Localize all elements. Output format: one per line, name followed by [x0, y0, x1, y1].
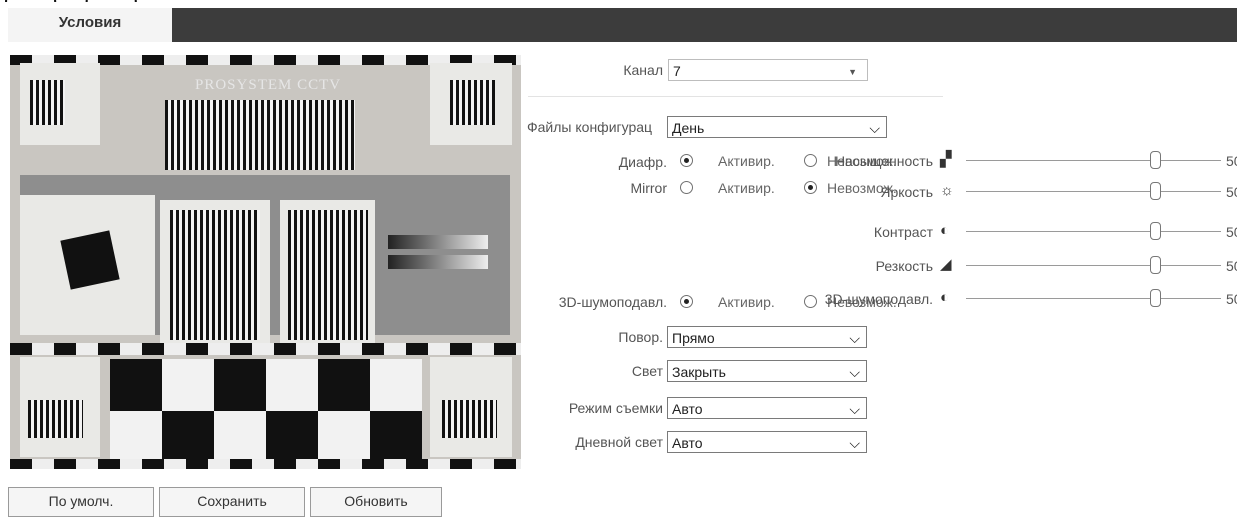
brightness-value: 50: [1226, 184, 1237, 200]
brightness-label: Яркость: [880, 184, 933, 200]
noise-reduction-slider-track[interactable]: [966, 298, 1221, 299]
daylight-select[interactable]: Авто ⌵: [667, 431, 867, 453]
header-bar: Условия: [8, 8, 1237, 42]
saturation-slider-thumb[interactable]: [1150, 151, 1161, 169]
mirror-enable-radio[interactable]: [680, 181, 693, 194]
sharpness-icon: ◢: [940, 256, 952, 273]
brightness-icon: ☼: [940, 182, 954, 199]
video-preview: PROSYSTEM CCTV: [10, 55, 521, 469]
noise-reduction-icon: ◐: [940, 289, 950, 306]
chevron-down-icon: ⌵: [849, 435, 860, 451]
daylight-select-value: Авто: [672, 435, 703, 451]
contrast-icon: ◐: [940, 222, 950, 239]
dnr-enable-radio[interactable]: [680, 295, 693, 308]
chevron-down-icon: ⌵: [849, 330, 860, 346]
saturation-icon: ▞: [940, 151, 952, 168]
mirror-label: Mirror: [630, 180, 667, 196]
iris-enable-label: Активир.: [718, 153, 775, 169]
save-button[interactable]: Сохранить: [159, 487, 305, 517]
daylight-label: Дневной свет: [575, 434, 663, 450]
iris-disable-radio[interactable]: [804, 154, 817, 167]
config-files-select[interactable]: День ⌵: [667, 116, 887, 138]
light-label: Свет: [631, 363, 663, 379]
dropdown-arrow-icon: ▼: [848, 67, 857, 77]
noise-reduction-label: 3D-шумоподавл.: [824, 291, 933, 307]
chevron-down-icon: ⌵: [849, 364, 860, 380]
contrast-label: Контраст: [873, 224, 933, 240]
rotation-select-value: Прямо: [672, 330, 715, 346]
chevron-down-icon: ⌵: [869, 120, 880, 136]
saturation-slider-track[interactable]: [966, 160, 1221, 161]
chevron-down-icon: ⌵: [849, 401, 860, 417]
tab-conditions[interactable]: Условия: [8, 8, 172, 42]
brightness-slider-track[interactable]: [966, 191, 1221, 192]
iris-enable-radio[interactable]: [680, 154, 693, 167]
dnr-disable-radio[interactable]: [804, 295, 817, 308]
top-caption: (... ...) ... (... ...): [4, 0, 138, 2]
config-files-label: Файлы конфигурац: [527, 119, 653, 135]
preview-logo: PROSYSTEM CCTV: [195, 77, 342, 93]
contrast-slider-track[interactable]: [966, 231, 1221, 232]
channel-select[interactable]: 7 ▼: [668, 59, 868, 81]
separator: [528, 96, 943, 97]
contrast-value: 50: [1226, 224, 1237, 240]
sharpness-slider-track[interactable]: [966, 265, 1221, 266]
noise-reduction-value: 50: [1226, 291, 1237, 307]
shooting-mode-select[interactable]: Авто ⌵: [667, 397, 867, 419]
light-select[interactable]: Закрыть ⌵: [667, 360, 867, 382]
rotation-label: Повор.: [618, 329, 663, 345]
rotation-select[interactable]: Прямо ⌵: [667, 326, 867, 348]
dnr-enable-label: Активир.: [718, 294, 775, 310]
sharpness-value: 50: [1226, 258, 1237, 274]
iris-label: Диафр.: [618, 154, 667, 170]
brightness-slider-thumb[interactable]: [1150, 182, 1161, 200]
contrast-slider-thumb[interactable]: [1150, 222, 1161, 240]
sharpness-label: Резкость: [875, 258, 933, 274]
shooting-mode-select-value: Авто: [672, 401, 703, 417]
saturation-label: Насыщенность: [834, 153, 933, 169]
mirror-enable-label: Активир.: [718, 180, 775, 196]
dnr-label: 3D-шумоподавл.: [558, 294, 667, 310]
mirror-disable-radio[interactable]: [804, 181, 817, 194]
config-files-select-value: День: [672, 120, 705, 136]
refresh-button[interactable]: Обновить: [310, 487, 442, 517]
shooting-mode-label: Режим съемки: [568, 400, 663, 416]
channel-label: Канал: [623, 62, 663, 78]
sharpness-slider-thumb[interactable]: [1150, 256, 1161, 274]
default-button[interactable]: По умолч.: [8, 487, 154, 517]
saturation-value: 50: [1226, 153, 1237, 169]
light-select-value: Закрыть: [672, 364, 726, 380]
noise-reduction-slider-thumb[interactable]: [1150, 289, 1161, 307]
channel-select-value: 7: [673, 63, 681, 79]
